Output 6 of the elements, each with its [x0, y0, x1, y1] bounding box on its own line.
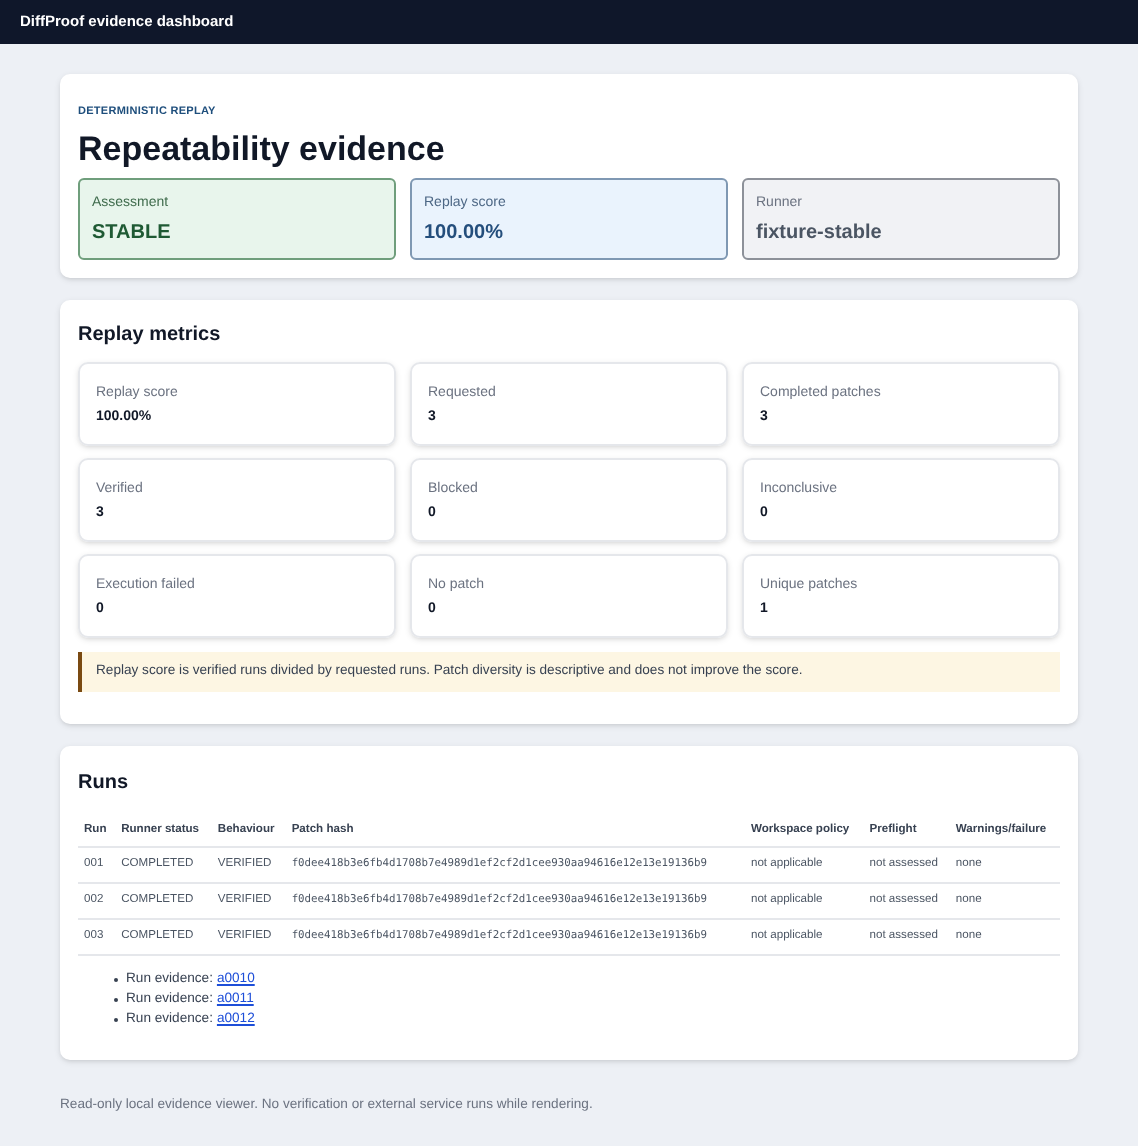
- stat-value: fixture-stable: [756, 219, 884, 248]
- stat-value: STABLE: [92, 219, 173, 248]
- section-heading: Runs: [78, 770, 130, 799]
- section-heading: Replay metrics: [78, 322, 223, 351]
- stat-value: 100.00%: [424, 219, 505, 248]
- page-heading: Repeatability evidence: [78, 128, 447, 173]
